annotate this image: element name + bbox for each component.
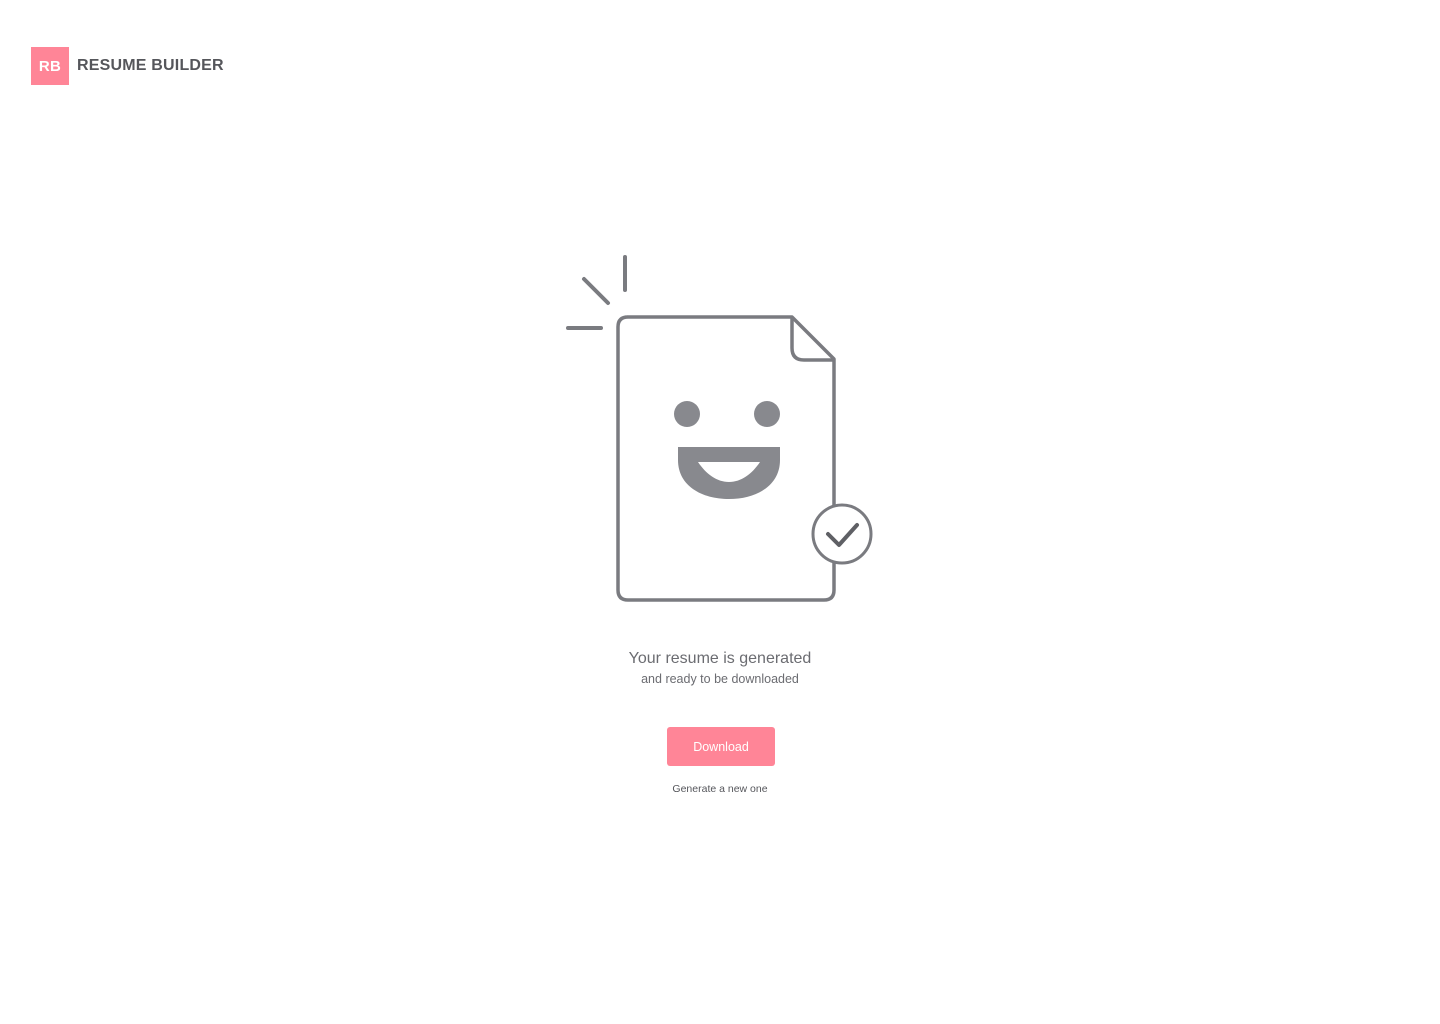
right-eye: [754, 401, 780, 427]
page: RB RESUME BUILDER Your resume is generat…: [0, 0, 1440, 1024]
brand-mark: RB: [31, 47, 69, 85]
sparkle-line-diagonal: [582, 277, 610, 305]
generate-new-link[interactable]: Generate a new one: [0, 783, 1440, 795]
success-headline: Your resume is generated: [628, 650, 812, 667]
check-badge: [811, 503, 873, 565]
brand-name: RESUME BUILDER: [77, 57, 224, 74]
happy-document-check-icon: [566, 255, 873, 602]
left-eye: [674, 401, 700, 427]
download-button[interactable]: Download: [667, 727, 775, 766]
brand-logo[interactable]: RB RESUME BUILDER: [31, 47, 224, 85]
success-subline: and ready to be downloaded: [641, 672, 799, 686]
sparkle-lines: [566, 255, 627, 330]
